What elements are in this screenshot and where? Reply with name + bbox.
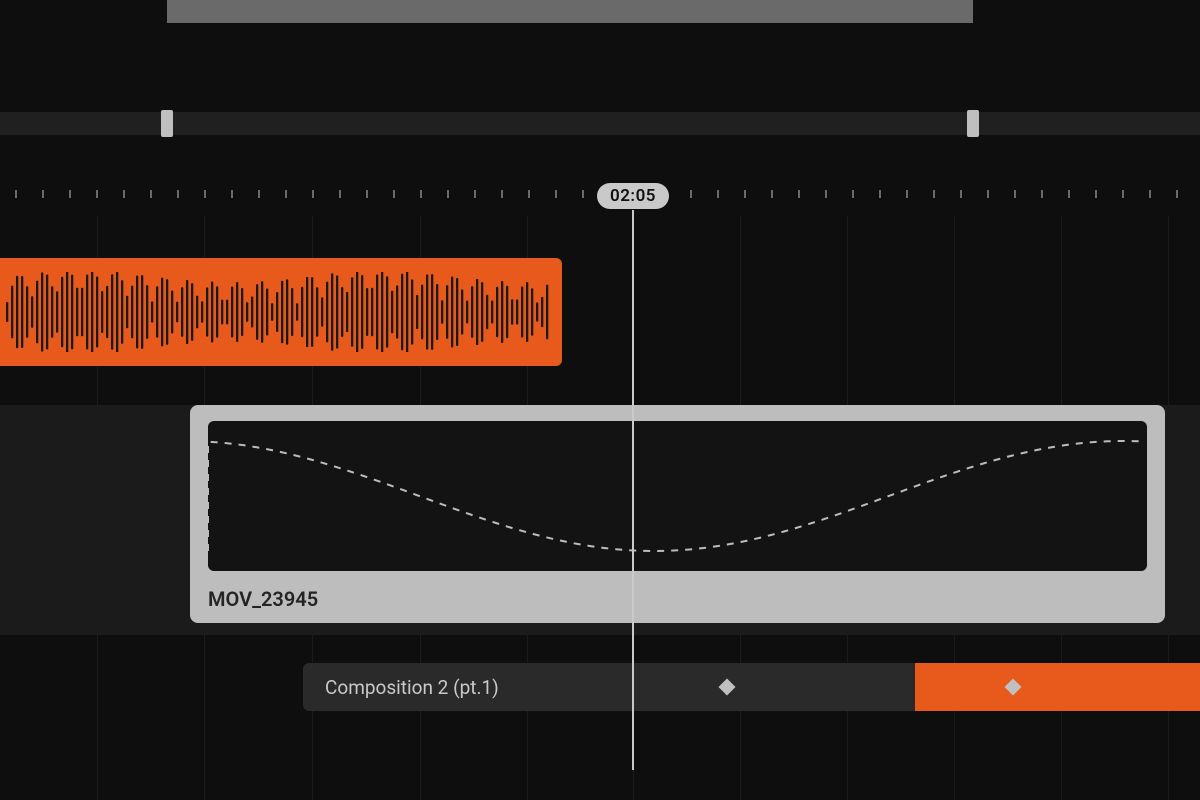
playhead-time-badge[interactable]: 02:05: [597, 183, 669, 209]
overview-handle-right[interactable]: [967, 110, 979, 137]
video-clip[interactable]: MOV_23945: [190, 405, 1165, 623]
overview-bar[interactable]: [0, 112, 1200, 135]
playhead-line[interactable]: [632, 210, 634, 770]
sinewave-icon: [208, 421, 1147, 571]
video-preview: [208, 421, 1147, 571]
composition-clip-segment[interactable]: [915, 663, 1200, 711]
composition-clip-label: Composition 2 (pt.1): [325, 676, 499, 699]
playhead-time-label: 02:05: [610, 186, 656, 206]
timeline-canvas: MOV_23945 Composition 2 (pt.1) 02:05: [0, 0, 1200, 800]
overview-selection[interactable]: [167, 0, 973, 23]
waveform-icon: [6, 272, 550, 352]
overview-handle-left[interactable]: [161, 110, 173, 137]
audio-clip[interactable]: [0, 258, 562, 366]
video-clip-label: MOV_23945: [208, 587, 1147, 611]
